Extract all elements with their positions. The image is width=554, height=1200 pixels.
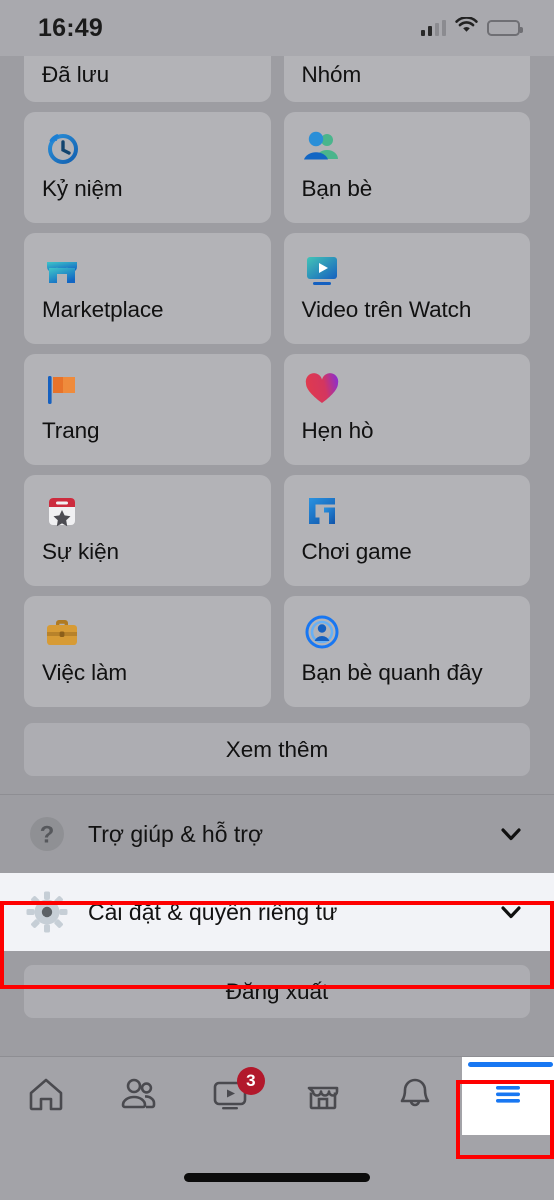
- svg-text:?: ?: [40, 822, 55, 849]
- shortcut-card-nearby-friends[interactable]: Bạn bè quanh đây: [283, 596, 530, 707]
- shortcut-card-groups[interactable]: Nhóm: [283, 56, 530, 102]
- chevron-down-icon[interactable]: [498, 899, 524, 925]
- menu-scroll-content[interactable]: Đã lưu Nhóm Kỷ niệm Bạn bè Marketplace V…: [0, 56, 554, 1056]
- shortcut-label: Video trên Watch: [301, 297, 472, 322]
- shortcut-label: Chơi game: [301, 539, 412, 564]
- help-support-row[interactable]: ? Trợ giúp & hỗ trợ: [0, 795, 554, 873]
- help-question-icon: ?: [24, 811, 70, 857]
- wifi-icon: [455, 16, 478, 39]
- tab-marketplace[interactable]: [277, 1057, 369, 1135]
- active-tab-indicator: [467, 1062, 553, 1067]
- tab-watch[interactable]: 3: [185, 1057, 277, 1135]
- shortcut-card-marketplace[interactable]: Marketplace: [24, 233, 271, 344]
- marketplace-tab-icon: [302, 1073, 344, 1120]
- shortcut-label: Trang: [42, 418, 100, 443]
- help-support-label: Trợ giúp & hỗ trợ: [88, 820, 264, 847]
- bell-icon: [394, 1073, 436, 1120]
- tab-menu[interactable]: [461, 1057, 554, 1135]
- settings-privacy-row[interactable]: Cài đặt & quyền riêng tư: [0, 873, 554, 951]
- shortcut-card-dating[interactable]: Hẹn hò: [283, 354, 530, 465]
- shortcut-card-jobs[interactable]: Việc làm: [24, 596, 271, 707]
- shortcut-label: Đã lưu: [42, 62, 109, 87]
- shortcut-label: Bạn bè: [301, 176, 373, 201]
- logout-button[interactable]: Đăng xuất: [24, 965, 530, 1018]
- nearby-friends-icon: [302, 612, 344, 654]
- shortcut-card-friends[interactable]: Bạn bè: [283, 112, 530, 223]
- shortcut-card-gaming[interactable]: Chơi game: [283, 475, 530, 586]
- tab-list: 3: [0, 1057, 554, 1135]
- memories-clock-icon: [42, 128, 84, 170]
- shortcut-label: Việc làm: [42, 660, 128, 685]
- shortcut-card-watch[interactable]: Video trên Watch: [283, 233, 530, 344]
- home-indicator: [184, 1173, 370, 1182]
- tab-notifications[interactable]: [369, 1057, 461, 1135]
- shortcut-label: Nhóm: [301, 62, 362, 87]
- settings-gear-icon: [24, 889, 70, 935]
- gaming-g-icon: [302, 491, 344, 533]
- hamburger-menu-icon: [487, 1073, 529, 1120]
- shortcut-card-events[interactable]: Sự kiện: [24, 475, 271, 586]
- marketplace-storefront-icon: [42, 249, 84, 291]
- jobs-briefcase-icon: [42, 612, 84, 654]
- events-calendar-icon: [42, 491, 84, 533]
- status-bar: 16:49: [0, 0, 554, 56]
- shortcut-label: Hẹn hò: [301, 418, 374, 443]
- shortcut-label: Marketplace: [42, 297, 164, 322]
- tab-home[interactable]: [0, 1057, 92, 1135]
- watch-video-icon: [302, 249, 344, 291]
- status-icon-group: [420, 16, 523, 39]
- shortcut-label: Kỷ niệm: [42, 176, 123, 201]
- cellular-signal-icon: [420, 20, 446, 36]
- shortcut-label: Sự kiện: [42, 539, 119, 564]
- shortcuts-grid-clipped: Đã lưu Nhóm: [0, 56, 554, 102]
- shortcuts-grid: Kỷ niệm Bạn bè Marketplace Video trên Wa…: [0, 112, 554, 707]
- bottom-tab-bar: 3: [0, 1056, 554, 1200]
- phone-screen: 16:49 Đã lưu Nhóm Kỷ niệm Bạn bè Marketp…: [0, 0, 554, 1200]
- friends-tab-icon: [117, 1073, 159, 1120]
- see-more-button[interactable]: Xem thêm: [24, 723, 530, 776]
- shortcut-card-pages[interactable]: Trang: [24, 354, 271, 465]
- dating-heart-icon: [302, 370, 344, 412]
- battery-low-icon: [487, 20, 523, 36]
- chevron-down-icon[interactable]: [498, 821, 524, 847]
- settings-privacy-label: Cài đặt & quyền riêng tư: [88, 898, 338, 925]
- status-clock: 16:49: [38, 13, 103, 42]
- shortcut-label: Bạn bè quanh đây: [301, 660, 483, 685]
- shortcut-card-saved[interactable]: Đã lưu: [24, 56, 271, 102]
- shortcut-card-memories[interactable]: Kỷ niệm: [24, 112, 271, 223]
- tab-friends[interactable]: [92, 1057, 184, 1135]
- friends-icon: [302, 128, 344, 170]
- home-icon: [25, 1073, 67, 1120]
- pages-flag-icon: [42, 370, 84, 412]
- watch-badge: 3: [236, 1067, 265, 1095]
